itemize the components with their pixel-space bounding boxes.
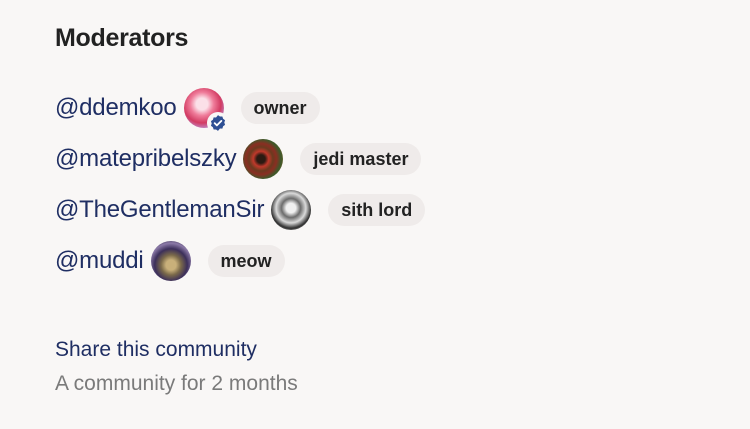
role-badge: meow [207, 244, 285, 277]
avatar[interactable] [243, 138, 284, 179]
role-badge: jedi master [300, 142, 422, 175]
avatar[interactable] [271, 189, 312, 230]
moderator-handle-link[interactable]: @matepribelszky [55, 145, 237, 173]
moderator-row: @matepribelszky jedi master [55, 133, 715, 184]
avatar-image [150, 240, 191, 281]
moderator-handle-link[interactable]: @TheGentlemanSir [55, 196, 264, 224]
avatar-image [243, 138, 284, 179]
moderator-row: @muddi meow [55, 235, 715, 286]
role-badge: owner [240, 91, 320, 124]
verified-check-icon [206, 111, 229, 134]
avatar[interactable] [183, 87, 229, 134]
moderator-row: @ddemkoo owner [55, 82, 715, 134]
avatar[interactable] [150, 240, 191, 281]
community-age-text: A community for 2 months [55, 372, 298, 395]
share-community-link[interactable]: Share this community [55, 336, 257, 364]
moderator-handle-link[interactable]: @ddemkoo [55, 94, 177, 122]
moderator-row: @TheGentlemanSir sith lord [55, 184, 715, 235]
moderator-list: @ddemkoo owner @matepribelszky jedi mast… [55, 82, 715, 286]
moderators-panel: Moderators @ddemkoo owner @matepribelszk… [55, 20, 715, 286]
avatar-image [271, 189, 312, 230]
moderator-handle-link[interactable]: @muddi [55, 247, 144, 275]
role-badge: sith lord [328, 193, 426, 226]
moderators-heading: Moderators [55, 24, 189, 52]
